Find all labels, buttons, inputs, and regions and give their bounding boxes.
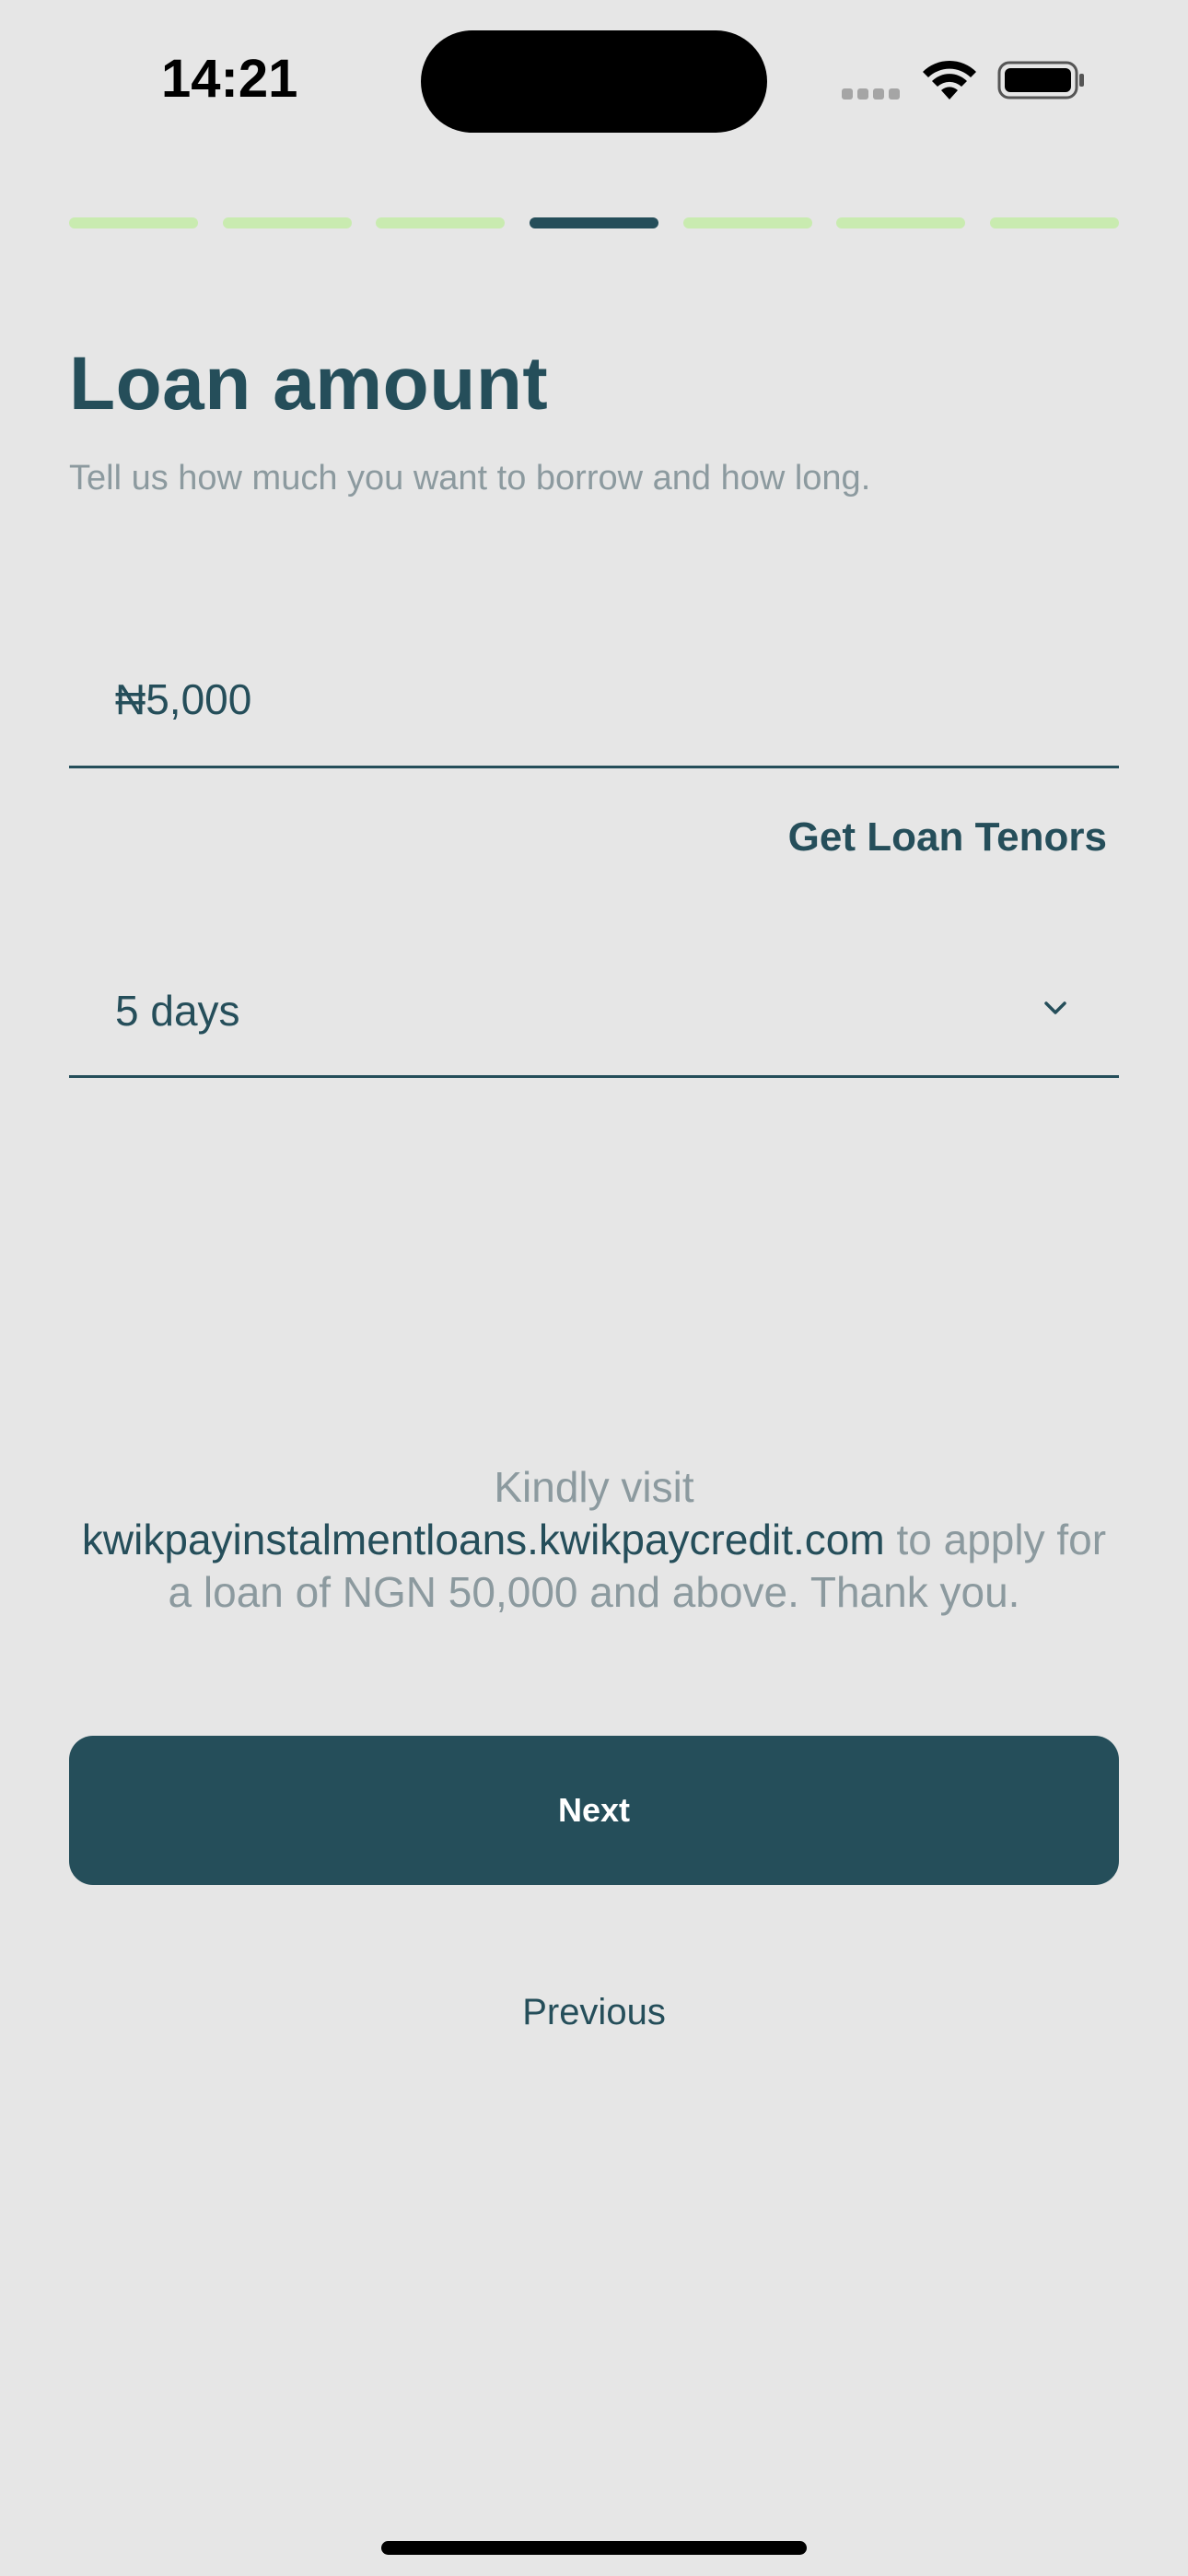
- step-progress-indicator: [69, 217, 1119, 228]
- progress-step-1: [69, 217, 198, 228]
- status-bar: 14:21: [0, 0, 1188, 157]
- loan-tenor-select[interactable]: 5 days: [69, 958, 1119, 1078]
- cellular-signal-icon: [842, 88, 904, 100]
- progress-step-5: [682, 217, 812, 228]
- dynamic-island: [421, 30, 767, 133]
- notice-prefix: Kindly visit: [494, 1463, 694, 1511]
- page-subtitle: Tell us how much you want to borrow and …: [69, 459, 871, 498]
- wifi-icon: [923, 60, 976, 100]
- chevron-down-icon: [1044, 1001, 1066, 1014]
- previous-button[interactable]: Previous: [0, 1992, 1188, 2033]
- progress-step-4: [529, 217, 658, 228]
- loan-tenor-value: 5 days: [115, 987, 240, 1035]
- loan-amount-value: ₦5,000: [115, 675, 252, 723]
- get-loan-tenors-button[interactable]: Get Loan Tenors: [788, 814, 1107, 861]
- home-indicator: [381, 2541, 807, 2555]
- loan-limit-notice: Kindly visit kwikpayinstalmentloans.kwik…: [69, 1461, 1119, 1619]
- progress-step-6: [836, 217, 966, 228]
- loan-amount-input[interactable]: ₦5,000: [69, 645, 1119, 768]
- progress-step-2: [222, 217, 352, 228]
- status-time: 14:21: [161, 49, 298, 109]
- progress-step-3: [376, 217, 506, 228]
- battery-icon: [997, 61, 1084, 100]
- next-button[interactable]: Next: [69, 1736, 1119, 1885]
- page-title: Loan amount: [69, 342, 549, 426]
- instalment-loans-link[interactable]: kwikpayinstalmentloans.kwikpaycredit.com: [82, 1516, 885, 1563]
- progress-step-7: [989, 217, 1119, 228]
